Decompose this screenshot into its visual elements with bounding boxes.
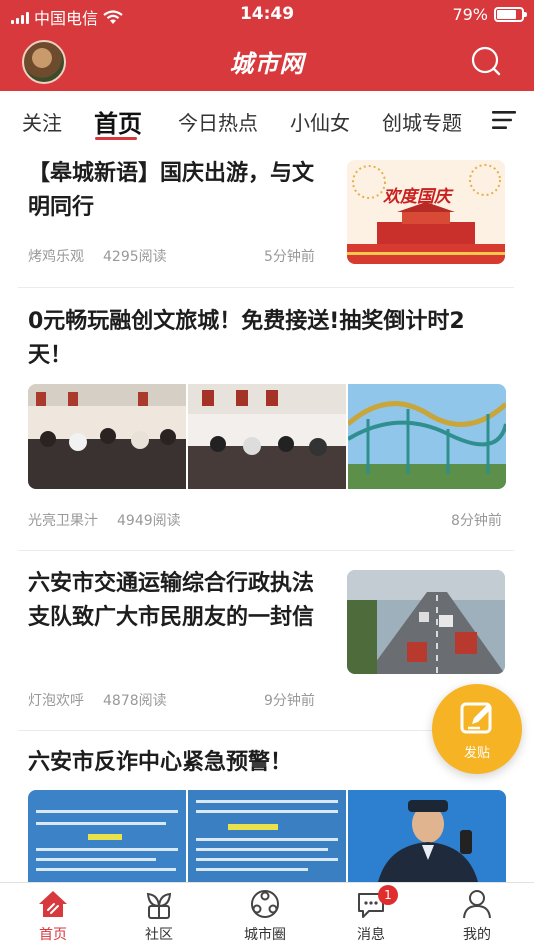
article-thumbnail[interactable] <box>347 570 505 674</box>
app-logo: 城市网 <box>229 50 305 78</box>
article-title[interactable]: 六安市交通运输综合行政执法支队致广大市民朋友的一封信 <box>28 567 328 635</box>
fab-label: 发贴 <box>463 746 490 761</box>
police-officer-image <box>348 790 506 882</box>
nav-community[interactable]: 社区 <box>106 883 212 950</box>
highway-image <box>347 570 505 674</box>
nav-profile-label: 我的 <box>463 927 491 943</box>
bottom-navigation: 首页 社区 城市圈 1 消息 我的 <box>0 882 534 950</box>
divider <box>18 550 514 551</box>
notice-image <box>28 790 186 882</box>
active-tab-indicator <box>95 137 137 140</box>
tab-civilized-city[interactable]: 创城专题 <box>382 107 462 136</box>
article-source: 光亮卫果汁 <box>28 513 98 529</box>
article-title[interactable]: 0元畅玩融创文旅城！免费接送!抽奖倒计时2天！ <box>28 305 506 373</box>
home-icon <box>39 891 67 917</box>
message-badge: 1 <box>378 885 398 905</box>
people-circle-icon <box>251 890 279 918</box>
nav-city-circle[interactable]: 城市圈 <box>212 883 318 950</box>
channel-tabs: 关注 首页 今日热点 小仙女 创城专题 <box>0 91 534 149</box>
tab-follow[interactable]: 关注 <box>22 107 62 136</box>
battery-percent: 79% <box>452 5 488 24</box>
crowd-image <box>28 384 186 489</box>
status-bar: 中国电信 14:49 79% <box>0 0 534 30</box>
article-source: 灯泡欢呼 <box>28 693 84 709</box>
divider <box>18 287 514 288</box>
search-icon[interactable] <box>470 45 502 77</box>
app-header: 中国电信 14:49 79% 城市网 <box>0 0 534 91</box>
article-image-3[interactable] <box>348 790 506 882</box>
article-reads: 4878阅读 <box>103 693 167 709</box>
tab-hot-today[interactable]: 今日热点 <box>178 107 258 136</box>
article-thumbnail[interactable]: 欢度国庆 <box>347 160 505 264</box>
nav-home-label: 首页 <box>39 927 67 943</box>
tab-home[interactable]: 首页 <box>94 104 142 139</box>
post-fab-button[interactable]: 发贴 <box>432 684 522 774</box>
article-time: 9分钟前 <box>264 693 315 709</box>
article-time: 8分钟前 <box>451 513 502 529</box>
tab-fairy[interactable]: 小仙女 <box>290 107 350 136</box>
article-image-1[interactable] <box>28 790 186 882</box>
nav-city-circle-label: 城市圈 <box>244 927 286 943</box>
article-title[interactable]: 【皋城新语】国庆出游，与文明同行 <box>28 157 318 225</box>
article-image-2[interactable] <box>188 790 346 882</box>
nav-home[interactable]: 首页 <box>0 883 106 950</box>
article-image-3[interactable] <box>348 384 506 489</box>
notice-text-image <box>188 790 346 882</box>
hall-image <box>188 384 346 489</box>
national-day-image <box>347 160 505 264</box>
battery-status: 79% <box>452 5 527 24</box>
nav-community-label: 社区 <box>145 927 173 943</box>
article-image-2[interactable] <box>188 384 346 489</box>
article-time: 5分钟前 <box>264 249 315 265</box>
compose-icon <box>460 702 492 734</box>
battery-icon <box>494 7 527 22</box>
article-image-1[interactable] <box>28 384 186 489</box>
article-reads: 4949阅读 <box>117 513 181 529</box>
user-icon <box>463 890 491 919</box>
nav-messages[interactable]: 1 消息 <box>318 883 424 950</box>
article-source: 烤鸡乐观 <box>28 249 84 265</box>
nav-profile[interactable]: 我的 <box>424 883 530 950</box>
rollercoaster-image <box>348 384 506 489</box>
sprout-icon <box>146 892 172 919</box>
nav-messages-label: 消息 <box>357 927 385 943</box>
thumbnail-caption: 欢度国庆 <box>383 187 451 207</box>
article-reads: 4295阅读 <box>103 249 167 265</box>
menu-icon[interactable] <box>492 110 516 130</box>
